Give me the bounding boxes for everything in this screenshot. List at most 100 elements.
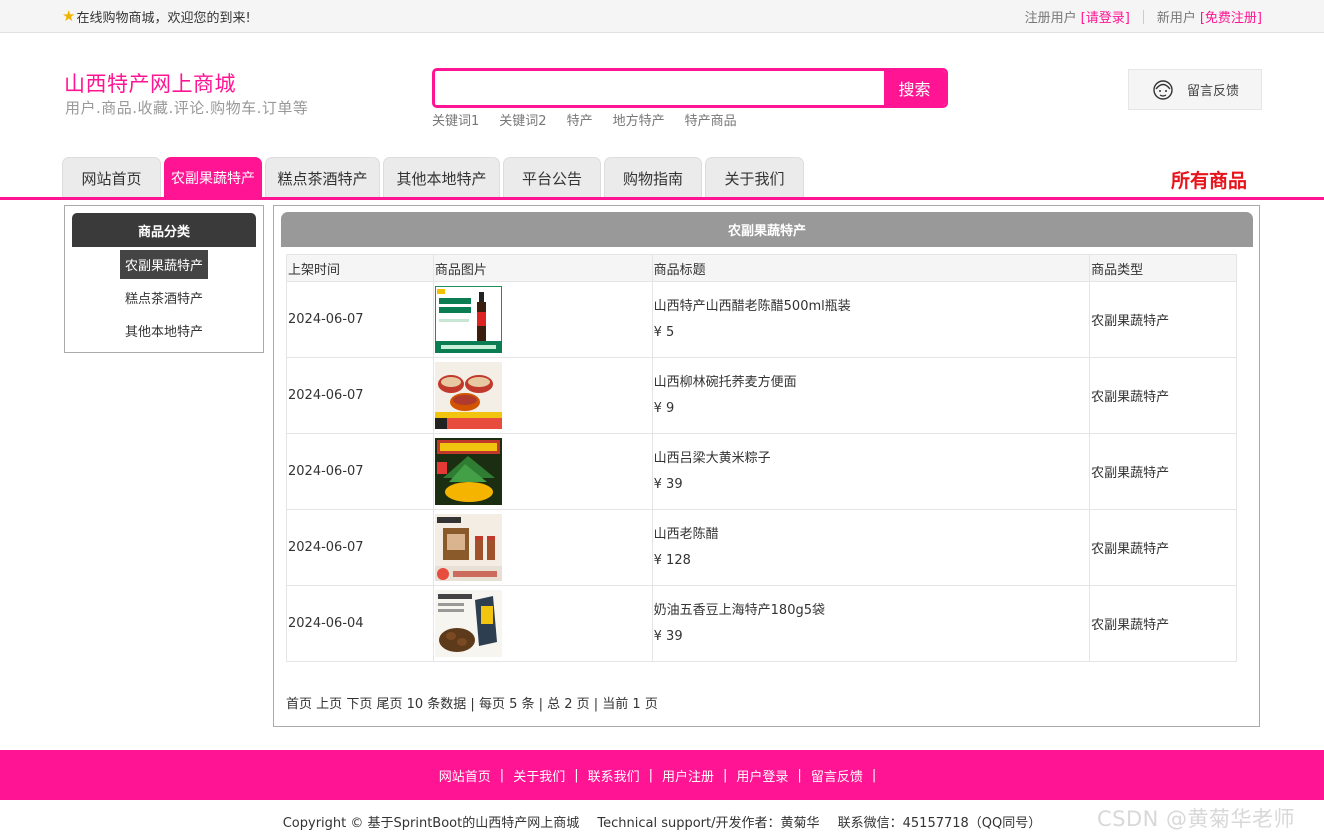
keyword-link[interactable]: 地方特产 (613, 110, 665, 129)
sidebar-item-label: 农副果蔬特产 (119, 250, 208, 279)
footer-link-feedback[interactable]: 留言反馈 (811, 766, 863, 785)
search-input[interactable] (435, 71, 884, 105)
product-image-vinegar-bottle[interactable] (434, 286, 502, 353)
product-image-spiced-beans[interactable] (434, 590, 502, 657)
product-title-link[interactable]: 山西特产山西醋老陈醋500ml瓶装 (654, 299, 851, 314)
table-header-row: 上架时间 商品图片 商品标题 商品类型 (286, 254, 1237, 282)
site-title[interactable]: 山西特产网上商城 (64, 68, 236, 98)
row-date: 2024-06-07 (286, 433, 434, 510)
login-link[interactable]: [请登录] (1081, 7, 1130, 26)
divider (1142, 9, 1144, 24)
product-title-link[interactable]: 山西吕梁大黄米粽子 (654, 451, 771, 466)
next-page-link[interactable]: 下页 (346, 697, 372, 712)
keyword-link[interactable]: 特产 (567, 110, 593, 129)
keyword-link[interactable]: 关键词1 (432, 110, 479, 129)
hot-keywords: 关键词1 关键词2 特产 地方特产 特产商品 (432, 110, 737, 129)
tab-about-us[interactable]: 关于我们 (705, 157, 804, 198)
product-price: ¥ 5 (653, 325, 675, 340)
footer-link-home[interactable]: 网站首页 (439, 766, 491, 785)
pagination: 首页 上页 下页 尾页 10 条数据 | 每页 5 条 | 总 2 页 | 当前… (286, 693, 658, 712)
search-button[interactable]: 搜索 (884, 71, 945, 105)
row-title-cell: 山西柳林碗托荞麦方便面 ¥ 9 (651, 357, 1091, 434)
panel-title: 农副果蔬特产 (281, 212, 1253, 247)
footer-link-register[interactable]: 用户注册 (662, 766, 714, 785)
goods-table: 上架时间 商品图片 商品标题 商品类型 2024-06-07 山西特产山西醋老陈… (286, 254, 1237, 662)
product-title-link[interactable]: 奶油五香豆上海特产180g5袋 (654, 603, 825, 618)
welcome-text: 在线购物商城，欢迎您的到来! (76, 11, 251, 26)
divider: | (797, 767, 802, 783)
footer-link-login[interactable]: 用户登录 (736, 766, 788, 785)
prev-page-link[interactable]: 上页 (316, 697, 342, 712)
table-row: 2024-06-07 (286, 509, 1237, 586)
divider: | (648, 767, 653, 783)
product-image-vinegar-giftbox[interactable] (434, 514, 502, 581)
all-goods-link[interactable]: 所有商品 (1171, 166, 1247, 193)
tab-other-local[interactable]: 其他本地特产 (383, 157, 500, 198)
register-user-label: 注册用户 (1024, 11, 1077, 26)
category-sidebar: 商品分类 农副果蔬特产 糕点茶酒特产 其他本地特产 (64, 205, 264, 353)
tab-farm-produce[interactable]: 农副果蔬特产 (164, 157, 262, 198)
signup-link[interactable]: [免费注册] (1200, 7, 1262, 26)
welcome-message: ★ 在线购物商城，欢迎您的到来! (62, 7, 251, 27)
row-image-cell (432, 585, 653, 662)
divider: | (574, 767, 579, 783)
pagination-summary: 10 条数据 | 每页 5 条 | 总 2 页 | 当前 1 页 (406, 697, 658, 712)
footer-links: 网站首页 | 关于我们 | 联系我们 | 用户注册 | 用户登录 | 留言反馈 | (0, 750, 1324, 800)
row-image-cell (432, 509, 653, 586)
star-icon: ★ (62, 7, 76, 25)
product-title-link[interactable]: 山西老陈醋 (654, 527, 719, 542)
column-header: 上架时间 (286, 254, 434, 282)
product-image-rice-dumpling[interactable] (434, 438, 502, 505)
row-title-cell: 山西特产山西醋老陈醋500ml瓶装 ¥ 5 (651, 281, 1091, 358)
new-user-label: 新用户 (1156, 11, 1196, 26)
sidebar-item-label: 糕点茶酒特产 (124, 292, 203, 307)
column-header: 商品标题 (651, 254, 1091, 282)
row-type: 农副果蔬特产 (1089, 509, 1237, 586)
sidebar-item-farm-produce[interactable]: 农副果蔬特产 (65, 250, 263, 279)
search-box: 搜索 (432, 68, 948, 108)
sidebar-item-label: 其他本地特产 (124, 325, 203, 340)
row-type: 农副果蔬特产 (1089, 357, 1237, 434)
column-header: 商品图片 (432, 254, 653, 282)
sidebar-item-other-local[interactable]: 其他本地特产 (65, 316, 263, 345)
row-date: 2024-06-04 (286, 585, 434, 662)
footer-link-contact[interactable]: 联系我们 (588, 766, 640, 785)
row-title-cell: 山西吕梁大黄米粽子 ¥ 39 (651, 433, 1091, 510)
account-links: 注册用户 [请登录] 新用户 [免费注册] (1025, 7, 1262, 26)
nav-divider (0, 197, 1324, 200)
last-page-link[interactable]: 尾页 (376, 697, 402, 712)
product-title-link[interactable]: 山西柳林碗托荞麦方便面 (654, 375, 797, 390)
product-image-noodle-bowls[interactable] (434, 362, 502, 429)
feedback-label: 留言反馈 (1187, 84, 1240, 99)
product-price: ¥ 128 (653, 553, 691, 568)
tab-shopping-guide[interactable]: 购物指南 (604, 157, 702, 198)
feedback-button[interactable]: 留言反馈 (1128, 69, 1262, 110)
row-image-cell (432, 357, 653, 434)
row-date: 2024-06-07 (286, 281, 434, 358)
column-header: 商品类型 (1089, 254, 1237, 282)
sidebar-item-pastry-tea-wine[interactable]: 糕点茶酒特产 (65, 283, 263, 312)
contact-text: 联系微信：45157718（QQ同号） (837, 816, 1042, 831)
table-row: 2024-06-07 山西吕梁大黄米粽子 ¥ 39 农副果蔬特产 (286, 433, 1237, 510)
tab-pastry-tea-wine[interactable]: 糕点茶酒特产 (265, 157, 380, 198)
sidebar-title: 商品分类 (72, 213, 256, 247)
row-type: 农副果蔬特产 (1089, 433, 1237, 510)
row-date: 2024-06-07 (286, 357, 434, 434)
divider: | (871, 767, 877, 783)
top-bar: ★ 在线购物商城，欢迎您的到来! 注册用户 [请登录] 新用户 [免费注册] (0, 0, 1324, 33)
row-title-cell: 奶油五香豆上海特产180g5袋 ¥ 39 (651, 585, 1091, 662)
row-type: 农副果蔬特产 (1089, 585, 1237, 662)
goods-panel: 农副果蔬特产 上架时间 商品图片 商品标题 商品类型 2024-06-07 山西… (273, 205, 1260, 727)
watermark: CSDN @黄菊华老师 (1097, 807, 1296, 831)
product-price: ¥ 9 (653, 401, 675, 416)
table-row: 2024-06-07 (286, 281, 1237, 358)
site-subtitle: 用户.商品.收藏.评论.购物车.订单等 (65, 99, 309, 117)
footer-link-about[interactable]: 关于我们 (513, 766, 565, 785)
main-nav: 网站首页 农副果蔬特产 糕点茶酒特产 其他本地特产 平台公告 购物指南 关于我们 (62, 157, 804, 198)
first-page-link[interactable]: 首页 (286, 697, 312, 712)
tab-home[interactable]: 网站首页 (62, 157, 161, 198)
tab-announcements[interactable]: 平台公告 (503, 157, 601, 198)
row-date: 2024-06-07 (286, 509, 434, 586)
keyword-link[interactable]: 特产商品 (685, 110, 737, 129)
keyword-link[interactable]: 关键词2 (499, 110, 546, 129)
